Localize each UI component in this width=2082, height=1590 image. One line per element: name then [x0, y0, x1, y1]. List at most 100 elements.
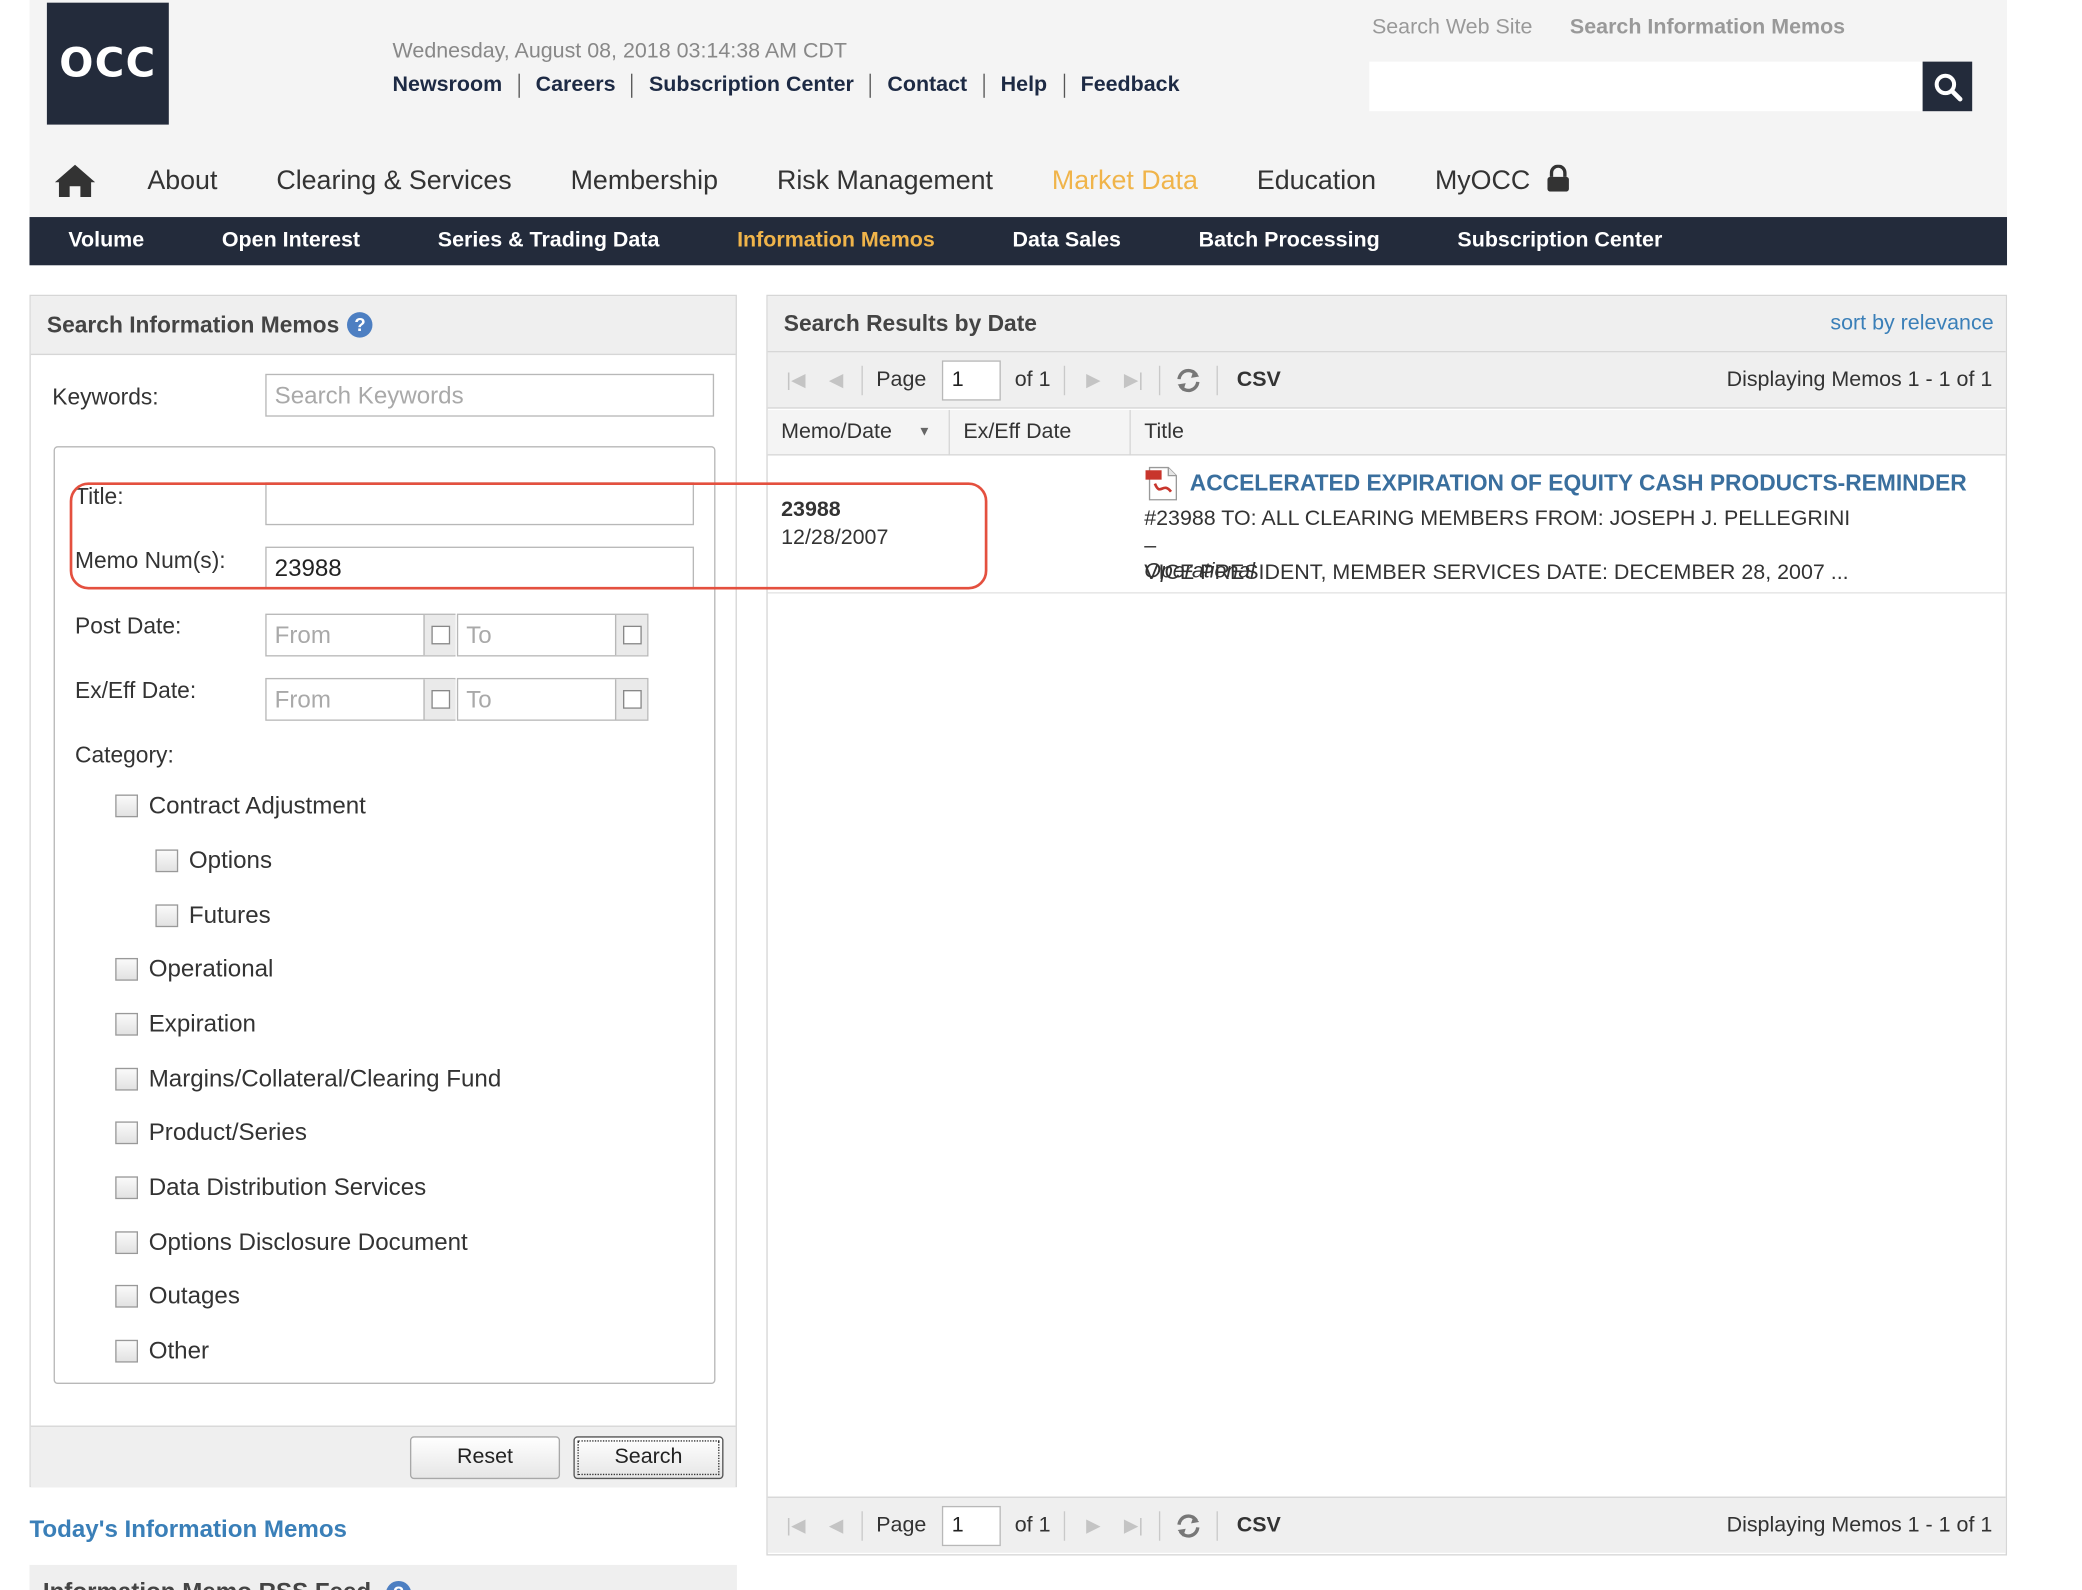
sub-nav: Volume Open Interest Series & Trading Da… [29, 217, 2007, 265]
refresh-icon[interactable] [1174, 1511, 1203, 1540]
rss-feed-title: Information Memo RSS Feed [43, 1578, 371, 1590]
separator [1217, 1511, 1218, 1540]
checkbox[interactable] [155, 904, 178, 927]
memo-category: Operational [1144, 560, 1255, 584]
category-outages[interactable]: Outages [115, 1282, 240, 1310]
nav-market-data[interactable]: Market Data [1052, 165, 1198, 196]
main-nav: About Clearing & Services Membership Ris… [54, 158, 1629, 204]
subnav-volume[interactable]: Volume [68, 229, 144, 253]
page-count: of 1 [1015, 368, 1051, 392]
subnav-information-memos[interactable]: Information Memos [737, 229, 935, 253]
checkbox[interactable] [115, 795, 138, 818]
category-options-disclosure[interactable]: Options Disclosure Document [115, 1229, 468, 1257]
nav-membership[interactable]: Membership [571, 165, 718, 196]
utility-link-careers[interactable]: Careers [518, 74, 631, 98]
site-search-button[interactable] [1923, 62, 1973, 112]
utility-link-help[interactable]: Help [983, 74, 1063, 98]
separator [861, 1511, 862, 1540]
keywords-input[interactable]: Search Keywords [265, 374, 714, 417]
page-input[interactable]: 1 [942, 360, 1001, 400]
memo-title-link[interactable]: ACCELERATED EXPIRATION OF EQUITY CASH PR… [1190, 470, 1967, 497]
post-date-to-calendar-icon[interactable] [615, 615, 647, 655]
category-margins[interactable]: Margins/Collateral/Clearing Fund [115, 1065, 501, 1093]
nav-risk-management[interactable]: Risk Management [777, 165, 993, 196]
checkbox-label: Product/Series [149, 1119, 307, 1147]
checkbox[interactable] [115, 1285, 138, 1308]
search-button[interactable]: Search [573, 1436, 723, 1479]
tab-search-web-site[interactable]: Search Web Site [1372, 16, 1532, 40]
occ-logo[interactable]: OCC [47, 3, 169, 125]
home-icon[interactable] [54, 162, 97, 200]
exeff-date-to-calendar-icon[interactable] [615, 679, 647, 719]
csv-export-button[interactable]: CSV [1237, 1513, 1281, 1537]
lock-icon [1546, 165, 1570, 192]
csv-export-button[interactable]: CSV [1237, 368, 1281, 392]
checkbox[interactable] [115, 1231, 138, 1254]
category-options[interactable]: Options [155, 847, 272, 875]
prev-page-icon[interactable]: ◀ [824, 368, 848, 392]
column-exeff-date[interactable]: Ex/Eff Date [950, 410, 1131, 456]
separator [1217, 365, 1218, 394]
checkbox-label: Other [149, 1337, 209, 1365]
search-panel-title: Search Information Memos [47, 312, 339, 339]
checkbox-label: Options [189, 847, 272, 875]
nav-clearing-services[interactable]: Clearing & Services [276, 165, 511, 196]
category-contract-adjustment[interactable]: Contract Adjustment [115, 792, 366, 820]
category-expiration[interactable]: Expiration [115, 1010, 256, 1038]
utility-link-newsroom[interactable]: Newsroom [393, 74, 519, 98]
subnav-series-trading-data[interactable]: Series & Trading Data [438, 229, 660, 253]
column-memo-date[interactable]: Memo/Date ▼ [768, 410, 950, 456]
next-page-icon[interactable]: ▶ [1081, 368, 1105, 392]
separator [1159, 365, 1160, 394]
post-date-from-calendar-icon[interactable] [423, 615, 455, 655]
category-futures[interactable]: Futures [155, 902, 270, 930]
checkbox-label: Contract Adjustment [149, 792, 366, 820]
category-data-distribution[interactable]: Data Distribution Services [115, 1174, 426, 1202]
keywords-label: Keywords: [52, 385, 158, 412]
first-page-icon[interactable]: |◀ [784, 368, 808, 392]
last-page-icon[interactable]: ▶| [1121, 1513, 1145, 1537]
utility-link-contact[interactable]: Contact [870, 74, 983, 98]
checkbox[interactable] [115, 958, 138, 981]
category-product-series[interactable]: Product/Series [115, 1119, 307, 1147]
checkbox[interactable] [115, 1176, 138, 1199]
last-page-icon[interactable]: ▶| [1121, 368, 1145, 392]
subnav-data-sales[interactable]: Data Sales [1012, 229, 1120, 253]
utility-links: Newsroom Careers Subscription Center Con… [393, 74, 1196, 98]
checkbox[interactable] [115, 1068, 138, 1091]
first-page-icon[interactable]: |◀ [784, 1513, 808, 1537]
nav-myocc[interactable]: MyOCC [1435, 165, 1570, 197]
tab-search-information-memos[interactable]: Search Information Memos [1570, 16, 1845, 40]
checkbox[interactable] [115, 1121, 138, 1144]
results-title: Search Results by Date [784, 310, 1037, 337]
utility-link-feedback[interactable]: Feedback [1063, 74, 1195, 98]
checkbox[interactable] [115, 1013, 138, 1036]
category-other[interactable]: Other [115, 1337, 209, 1365]
subnav-batch-processing[interactable]: Batch Processing [1199, 229, 1380, 253]
exeff-date-from-calendar-icon[interactable] [423, 679, 455, 719]
site-search-input[interactable] [1369, 62, 1922, 112]
nav-about[interactable]: About [147, 165, 217, 196]
utility-link-subscription-center[interactable]: Subscription Center [632, 74, 870, 98]
refresh-icon[interactable] [1174, 365, 1203, 394]
sort-by-relevance-link[interactable]: sort by relevance [1830, 312, 1993, 336]
column-title[interactable]: Title [1131, 410, 2006, 456]
subnav-open-interest[interactable]: Open Interest [222, 229, 360, 253]
todays-memos-link[interactable]: Today's Information Memos [29, 1515, 347, 1543]
reset-button[interactable]: Reset [410, 1436, 560, 1479]
category-operational[interactable]: Operational [115, 955, 273, 983]
page-input[interactable]: 1 [942, 1505, 1001, 1545]
checkbox[interactable] [155, 849, 178, 872]
next-page-icon[interactable]: ▶ [1081, 1513, 1105, 1537]
nav-education[interactable]: Education [1257, 165, 1376, 196]
prev-page-icon[interactable]: ◀ [824, 1513, 848, 1537]
pdf-icon[interactable] [1144, 465, 1182, 503]
post-date-label: Post Date: [75, 614, 181, 641]
help-icon[interactable]: ? [347, 312, 372, 337]
checkbox-label: Expiration [149, 1010, 256, 1038]
help-icon[interactable]: ? [386, 1581, 411, 1590]
subnav-subscription-center[interactable]: Subscription Center [1457, 229, 1662, 253]
search-memos-panel: Search Information Memos ? Keywords: Sea… [29, 295, 736, 1487]
pager-top: |◀ ◀ Page 1 of 1 ▶ ▶| CSV Displaying Mem… [768, 352, 2006, 408]
checkbox[interactable] [115, 1340, 138, 1363]
